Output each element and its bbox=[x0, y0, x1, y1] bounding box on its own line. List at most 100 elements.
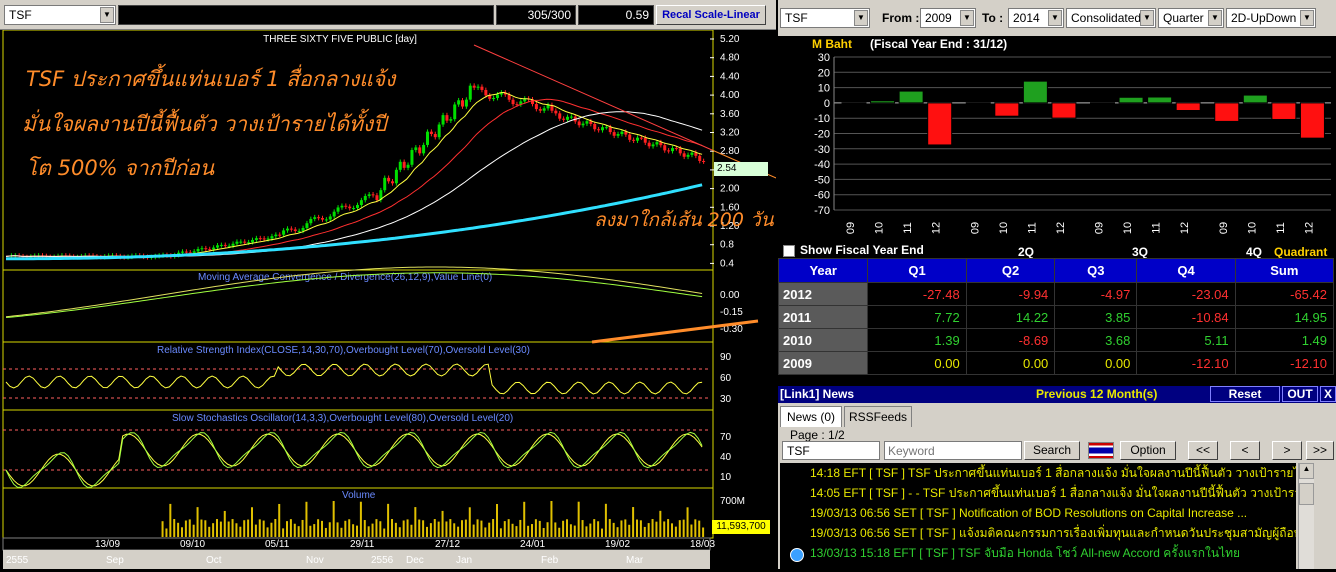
year-cell: 2012 bbox=[777, 282, 869, 306]
chevron-down-icon[interactable]: ▼ bbox=[1048, 10, 1062, 26]
keyword-input[interactable] bbox=[884, 441, 1022, 460]
candle-body bbox=[359, 200, 363, 205]
volume-bar bbox=[161, 521, 164, 537]
month-label: Mar bbox=[626, 555, 644, 566]
candle-body bbox=[647, 142, 651, 147]
volume-bar bbox=[601, 528, 603, 537]
chevron-down-icon[interactable]: ▼ bbox=[1208, 10, 1222, 26]
candle-body bbox=[391, 181, 394, 184]
show-fiscal-checkbox[interactable] bbox=[783, 245, 795, 257]
volume-bar bbox=[538, 520, 541, 537]
tab-news[interactable]: News (0) bbox=[780, 406, 842, 427]
candle-body bbox=[511, 99, 515, 105]
value-cell: -65.42 bbox=[1234, 282, 1335, 306]
option-button[interactable]: Option bbox=[1120, 441, 1176, 460]
next-page-button[interactable]: > bbox=[1272, 441, 1302, 460]
volume-bar bbox=[523, 501, 526, 537]
news-symbol-field[interactable]: TSF bbox=[782, 441, 880, 460]
volume-bar bbox=[321, 520, 323, 537]
from-year-combo[interactable]: 2009 ▼ bbox=[920, 8, 976, 28]
date-label: 13/09 bbox=[95, 539, 120, 550]
candle-body bbox=[258, 238, 262, 240]
chevron-down-icon[interactable]: ▼ bbox=[1140, 10, 1154, 26]
period-combo[interactable]: Quarter ▼ bbox=[1158, 8, 1224, 28]
volume-bar bbox=[192, 524, 195, 537]
candle-body bbox=[216, 245, 219, 248]
chevron-down-icon[interactable]: ▼ bbox=[960, 10, 974, 26]
fin-y-tick: -30 bbox=[814, 144, 830, 156]
fin-symbol-combo[interactable]: TSF ▼ bbox=[780, 8, 870, 28]
volume-bar bbox=[406, 519, 409, 537]
chevron-down-icon[interactable]: ▼ bbox=[854, 10, 868, 26]
candle-body bbox=[247, 242, 251, 244]
news-panel: News (0) RSSFeeds Page : 1/2 TSF Search … bbox=[778, 403, 1336, 569]
candle-body bbox=[340, 205, 344, 208]
volume-bar bbox=[437, 521, 440, 537]
volume-bar bbox=[317, 519, 320, 537]
candle-body bbox=[441, 115, 445, 125]
volume-bar bbox=[569, 524, 572, 537]
fin-symbol-value: TSF bbox=[785, 11, 808, 25]
language-flag-icon[interactable] bbox=[1088, 442, 1114, 459]
fin-x-label: 10 bbox=[1246, 222, 1258, 234]
candle-body bbox=[597, 129, 601, 131]
fin-bar bbox=[994, 102, 1020, 117]
candle-body bbox=[702, 160, 706, 162]
month-label: Nov bbox=[306, 555, 324, 566]
fin-x-label: 11 bbox=[1275, 222, 1287, 233]
quarter-label: 4Q bbox=[1246, 245, 1262, 258]
news-scrollbar[interactable]: ▲ bbox=[1298, 463, 1314, 569]
candle-body bbox=[200, 248, 204, 250]
news-item[interactable]: 19/03/13 06:56 SET [ TSF ] แจ้งมติคณะกรร… bbox=[780, 523, 1296, 543]
financial-bar-chart: M Baht (Fiscal Year End : 31/12) 30 20 10 0 -1… bbox=[778, 36, 1336, 259]
stoch-d-line bbox=[5, 431, 703, 488]
chart-mode-combo[interactable]: 2D-UpDown ▼ bbox=[1226, 8, 1316, 28]
value-cell: 14.95 bbox=[1234, 305, 1335, 329]
first-page-button[interactable]: << bbox=[1188, 441, 1218, 460]
prev-page-button[interactable]: < bbox=[1230, 441, 1260, 460]
overlay-headline-2: มั่นใจผลงานปีนี้ฟื้นตัว วางเป้ารายได้ทั้… bbox=[22, 112, 387, 136]
chevron-down-icon[interactable]: ▼ bbox=[100, 7, 114, 23]
last-page-button[interactable]: >> bbox=[1306, 441, 1334, 460]
consolidation-combo[interactable]: Consolidated ▼ bbox=[1066, 8, 1156, 28]
candle-body bbox=[328, 216, 332, 220]
table-header-sum: Sum bbox=[1234, 258, 1335, 283]
to-label: To : bbox=[982, 11, 1004, 25]
fin-bar bbox=[1214, 102, 1240, 122]
volume-bar bbox=[464, 519, 467, 537]
volume-bar bbox=[577, 501, 580, 537]
news-item[interactable]: 13/03/13 15:18 EFT [ TSF ] TSF จับมือ Ho… bbox=[780, 543, 1296, 563]
to-year-value: 2014 bbox=[1013, 11, 1040, 25]
volume-bar bbox=[239, 526, 242, 537]
scroll-up-icon[interactable]: ▲ bbox=[1299, 463, 1314, 479]
bar-count: 305/300 bbox=[496, 5, 576, 25]
news-item[interactable]: 19/03/13 06:56 SET [ TSF ] Notification … bbox=[780, 503, 1296, 523]
reset-button[interactable]: Reset bbox=[1210, 386, 1280, 402]
table-row: 2011 7.72 14.22 3.85 -10.84 14.95 bbox=[777, 305, 1335, 329]
price-chart[interactable]: THREE SIXTY FIVE PUBLIC [day] 5.20 4.80 4.4… bbox=[0, 29, 816, 569]
fin-bar bbox=[1090, 102, 1115, 105]
search-button[interactable]: Search bbox=[1024, 441, 1080, 460]
scroll-thumb[interactable] bbox=[1299, 483, 1314, 505]
candle-body bbox=[492, 97, 496, 99]
empty-field bbox=[118, 5, 494, 25]
volume-bar bbox=[208, 526, 211, 537]
out-button[interactable]: OUT bbox=[1282, 386, 1318, 402]
close-button[interactable]: X bbox=[1320, 386, 1336, 402]
rsi-line bbox=[5, 363, 703, 395]
candle-body bbox=[632, 139, 636, 141]
volume-bar bbox=[181, 527, 183, 537]
volume-bar bbox=[278, 503, 281, 537]
news-item[interactable]: 14:18 EFT [ TSF ] TSF ประกาศขึ้นแท่นเบอร… bbox=[780, 463, 1296, 483]
fin-bar bbox=[1147, 96, 1173, 104]
chevron-down-icon[interactable]: ▼ bbox=[1300, 10, 1314, 26]
news-item[interactable]: 14:05 EFT [ TSF ] - - TSF ประกาศขึ้นแท่น… bbox=[780, 483, 1296, 503]
recal-scale-button[interactable]: Recal Scale-Linear bbox=[656, 5, 766, 25]
to-year-combo[interactable]: 2014 ▼ bbox=[1008, 8, 1064, 28]
tab-rssfeeds[interactable]: RSSFeeds bbox=[844, 406, 912, 427]
symbol-combo[interactable]: TSF ▼ bbox=[4, 5, 116, 25]
page-indicator: Page : 1/2 bbox=[790, 428, 845, 442]
table-header-year: Year bbox=[777, 258, 869, 283]
candle-body bbox=[472, 85, 476, 88]
volume-bar bbox=[305, 501, 308, 537]
